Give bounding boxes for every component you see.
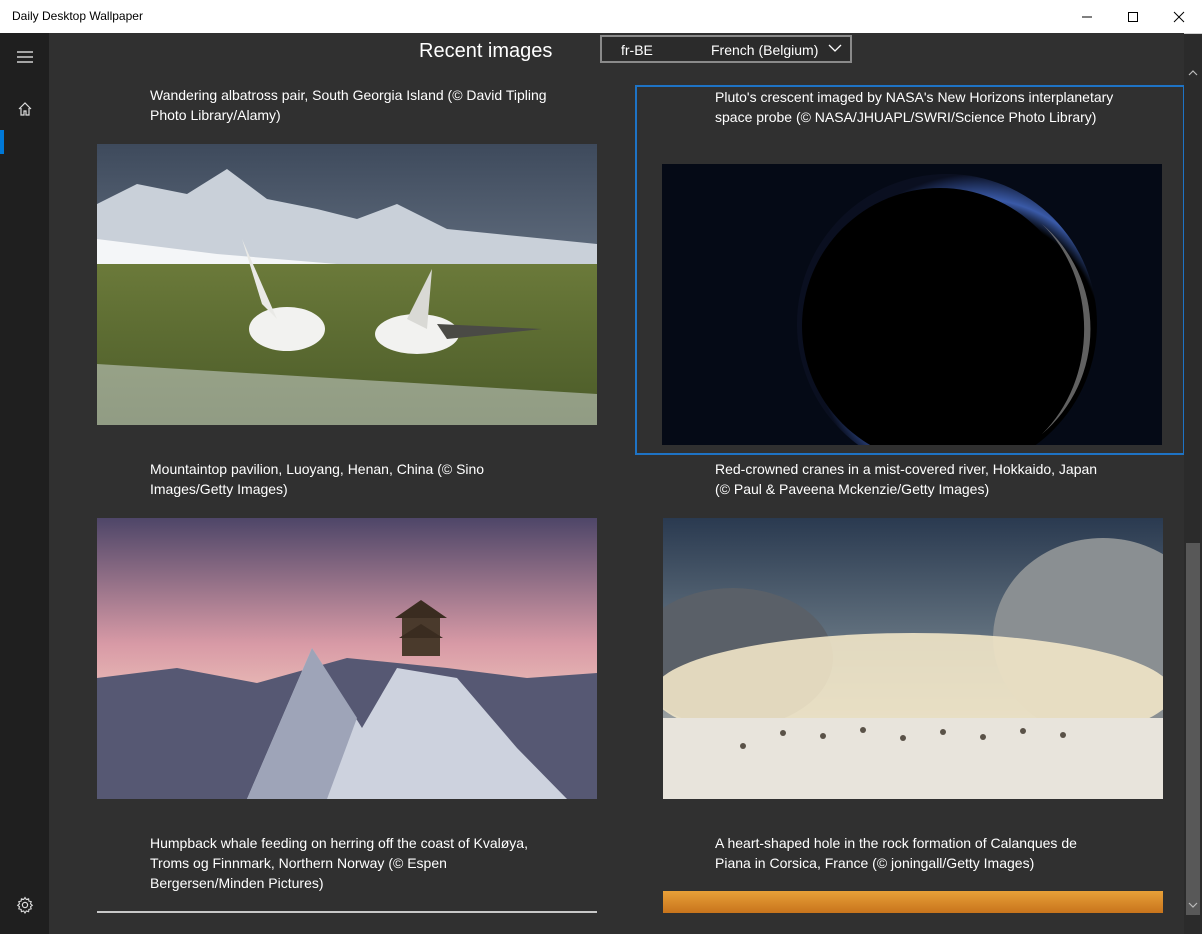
chevron-up-icon [1188,70,1198,76]
window-title: Daily Desktop Wallpaper [12,9,143,23]
image-caption: A heart-shaped hole in the rock formatio… [715,835,1077,871]
scroll-thumb[interactable] [1186,543,1200,915]
chevron-down-icon [828,44,842,52]
image-thumbnail [97,144,597,425]
image-card[interactable]: Mountaintop pavilion, Luoyang, Henan, Ch… [97,459,647,799]
language-code: fr-BE [621,42,653,58]
vertical-scrollbar[interactable] [1184,65,1202,934]
scroll-down-button[interactable] [1184,897,1202,913]
nav-item-home[interactable] [0,89,49,129]
main-content: Recent images fr-BE French (Belgium) Wan… [49,33,1184,934]
image-card[interactable]: A heart-shaped hole in the rock formatio… [635,833,1184,934]
nav-item-settings[interactable] [0,885,49,925]
image-caption: Mountaintop pavilion, Luoyang, Henan, Ch… [150,461,485,497]
image-thumbnail [663,518,1163,799]
title-bar: Daily Desktop Wallpaper [0,0,1202,34]
image-thumbnail [662,164,1162,445]
chevron-down-icon [1188,902,1198,908]
maximize-button[interactable] [1110,0,1156,33]
image-card[interactable]: Humpback whale feeding on herring off th… [97,833,647,934]
image-card[interactable]: Red-crowned cranes in a mist-covered riv… [635,459,1184,799]
gear-icon [16,896,33,914]
hamburger-button[interactable] [0,37,49,77]
image-thumbnail [97,911,597,913]
image-thumbnail [97,518,597,799]
image-thumbnail [663,891,1163,913]
image-caption: Wandering albatross pair, South Georgia … [150,87,547,123]
image-caption: Red-crowned cranes in a mist-covered riv… [715,461,1098,497]
scroll-up-button[interactable] [1184,65,1202,81]
page-title: Recent images [419,40,553,62]
nav-selection-indicator [0,130,4,154]
close-button[interactable] [1156,0,1202,33]
minimize-button[interactable] [1064,0,1110,33]
language-name: French (Belgium) [711,42,819,58]
language-dropdown[interactable]: fr-BE French (Belgium) [600,35,852,63]
close-icon [1173,11,1185,22]
maximize-icon [1128,11,1138,22]
image-caption: Humpback whale feeding on herring off th… [150,835,528,891]
image-caption: Pluto's crescent imaged by NASA's New Ho… [715,89,1114,125]
home-icon [18,102,31,116]
image-card[interactable]: Wandering albatross pair, South Georgia … [97,85,647,425]
image-card-selected[interactable]: Pluto's crescent imaged by NASA's New Ho… [635,85,1184,455]
minimize-icon [1082,16,1092,17]
hamburger-icon [16,51,33,63]
nav-pane [0,33,49,934]
